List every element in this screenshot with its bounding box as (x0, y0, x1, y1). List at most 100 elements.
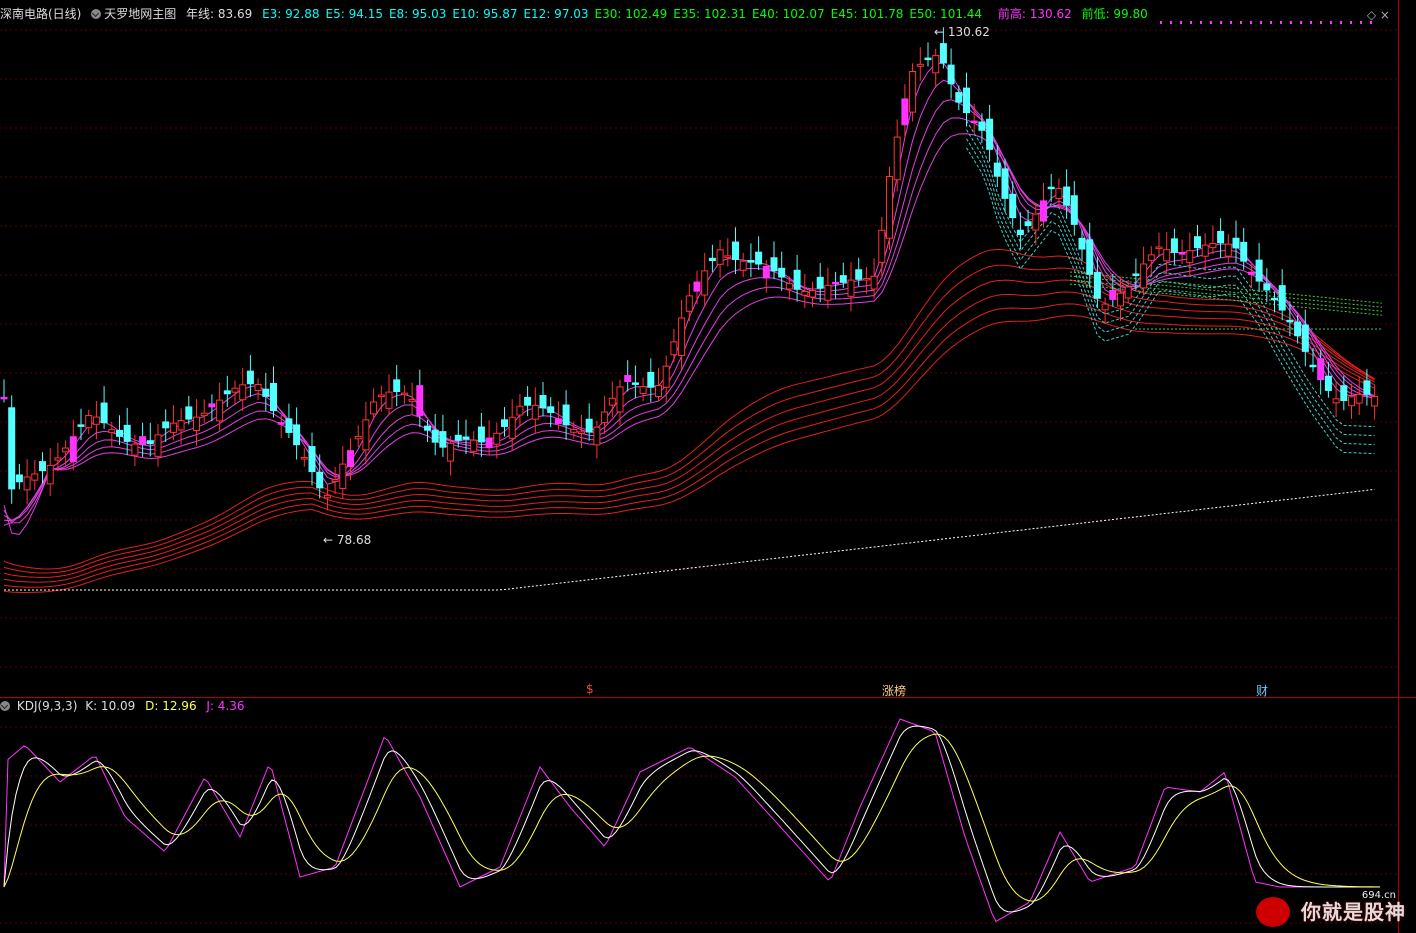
candle-body (100, 402, 108, 424)
candle-body (8, 407, 16, 490)
candle-body (986, 118, 994, 150)
candle-body (724, 255, 732, 258)
event-marker-zhangbang[interactable]: 涨榜 (882, 682, 906, 699)
candle-body (824, 284, 832, 301)
candlestick-chart[interactable]: ← 130.62 ← 78.68 (0, 0, 1398, 697)
candle-body (839, 275, 847, 283)
candle-body (778, 267, 786, 278)
candle-body (277, 422, 285, 425)
ema-value: E40: 102.07 (751, 7, 825, 21)
candle-body (1170, 238, 1178, 253)
candle-body (832, 281, 840, 285)
signal-dot (1360, 21, 1362, 24)
candle-body (739, 260, 747, 271)
candle-body (785, 283, 793, 290)
prev-low-value: 前低: 99.80 (1081, 7, 1148, 21)
candle-body (770, 257, 778, 272)
candle-body (331, 479, 339, 482)
candle-body (169, 422, 177, 433)
candle-body (593, 426, 601, 446)
candle-body (23, 476, 31, 491)
year-line (4, 488, 1375, 591)
signal-dot (1240, 21, 1242, 24)
candle-body (847, 279, 855, 297)
main-chart-panel[interactable]: ← 130.62 ← 78.68 深南电路(日线) 天罗地网主图 年线: 83.6… (0, 0, 1398, 697)
candle-body (886, 176, 893, 239)
candle-body (1070, 195, 1078, 225)
candle-body (208, 403, 216, 408)
kdj-d-value: D: 12.96 (145, 699, 197, 713)
candle-body (1163, 249, 1171, 262)
signal-dot (1350, 21, 1352, 24)
candle-body (0, 396, 8, 400)
candle-body (585, 418, 593, 433)
candle-body (1093, 272, 1101, 299)
right-axis[interactable] (1398, 0, 1416, 933)
candle-body (1278, 285, 1286, 311)
candle-body (69, 436, 77, 462)
candle-body (254, 384, 262, 391)
candle-body (1340, 385, 1348, 402)
candle-body (447, 442, 455, 462)
candle-body (1001, 168, 1009, 199)
collapse-icon[interactable] (0, 701, 10, 711)
candle-body (177, 420, 185, 431)
fast-ma-line (3, 133, 1375, 526)
candle-body (15, 474, 23, 483)
candle-body (1224, 243, 1232, 257)
candle-body (662, 365, 670, 388)
candle-body (901, 98, 909, 126)
candle-body (416, 385, 424, 417)
signal-dot (1230, 21, 1232, 24)
kdj-name[interactable]: KDJ(9,3,3) (17, 699, 78, 713)
ema-value: E12: 97.03 (523, 7, 589, 21)
candle-body (1147, 254, 1155, 261)
signal-dot (1340, 21, 1342, 24)
candle-body (62, 447, 70, 453)
slow-ma-line (3, 291, 1375, 583)
panel-settings-icon[interactable]: ◇ × (1367, 8, 1390, 22)
candle-body (1186, 250, 1194, 264)
signal-dot (1320, 21, 1322, 24)
ema-value: E3: 92.88 (262, 7, 320, 21)
candle-body (639, 385, 647, 394)
candle-body (647, 371, 655, 388)
candle-body (1009, 193, 1017, 219)
candle-body (46, 464, 54, 485)
candle-body (701, 270, 709, 296)
candle-body (539, 395, 547, 409)
stock-title[interactable]: 深南电路(日线) (0, 7, 81, 21)
event-marker-cai[interactable]: 财 (1256, 682, 1268, 699)
candle-body (139, 436, 147, 446)
candle-body (116, 429, 123, 437)
candle-body (454, 434, 462, 441)
candle-body (1016, 229, 1024, 236)
watermark: 694.cn 你就是股神 (1250, 890, 1410, 931)
candle-body (578, 431, 585, 435)
signal-dot (1260, 21, 1262, 24)
candle-body (154, 434, 162, 457)
indicator-title[interactable]: 天罗地网主图 (91, 7, 176, 21)
candle-body (1040, 200, 1047, 222)
signal-dot (1160, 21, 1162, 24)
chart-header: 深南电路(日线) 天罗地网主图 年线: 83.69 E3: 92.88 E5: 9… (0, 5, 1154, 23)
candle-body (524, 396, 532, 406)
candle-body (1301, 324, 1309, 352)
signal-dot (1190, 21, 1192, 24)
candle-body (601, 411, 609, 424)
candle-body (385, 391, 393, 409)
candle-body (1217, 230, 1225, 244)
candle-body (801, 290, 809, 296)
candle-body (947, 64, 955, 85)
candle-body (862, 278, 870, 281)
kdj-chart (0, 718, 1398, 924)
candle-body (708, 257, 716, 262)
collapse-icon[interactable] (91, 9, 102, 19)
candle-body (400, 392, 408, 396)
candle-body (85, 415, 93, 429)
candle-body (1155, 246, 1163, 250)
kdj-panel[interactable]: KDJ(9,3,3) K: 10.09 D: 12.96 J: 4.36 (0, 697, 1398, 933)
candle-body (316, 471, 324, 489)
event-marker-dollar[interactable]: $ (586, 682, 594, 696)
candle-body (924, 57, 932, 61)
